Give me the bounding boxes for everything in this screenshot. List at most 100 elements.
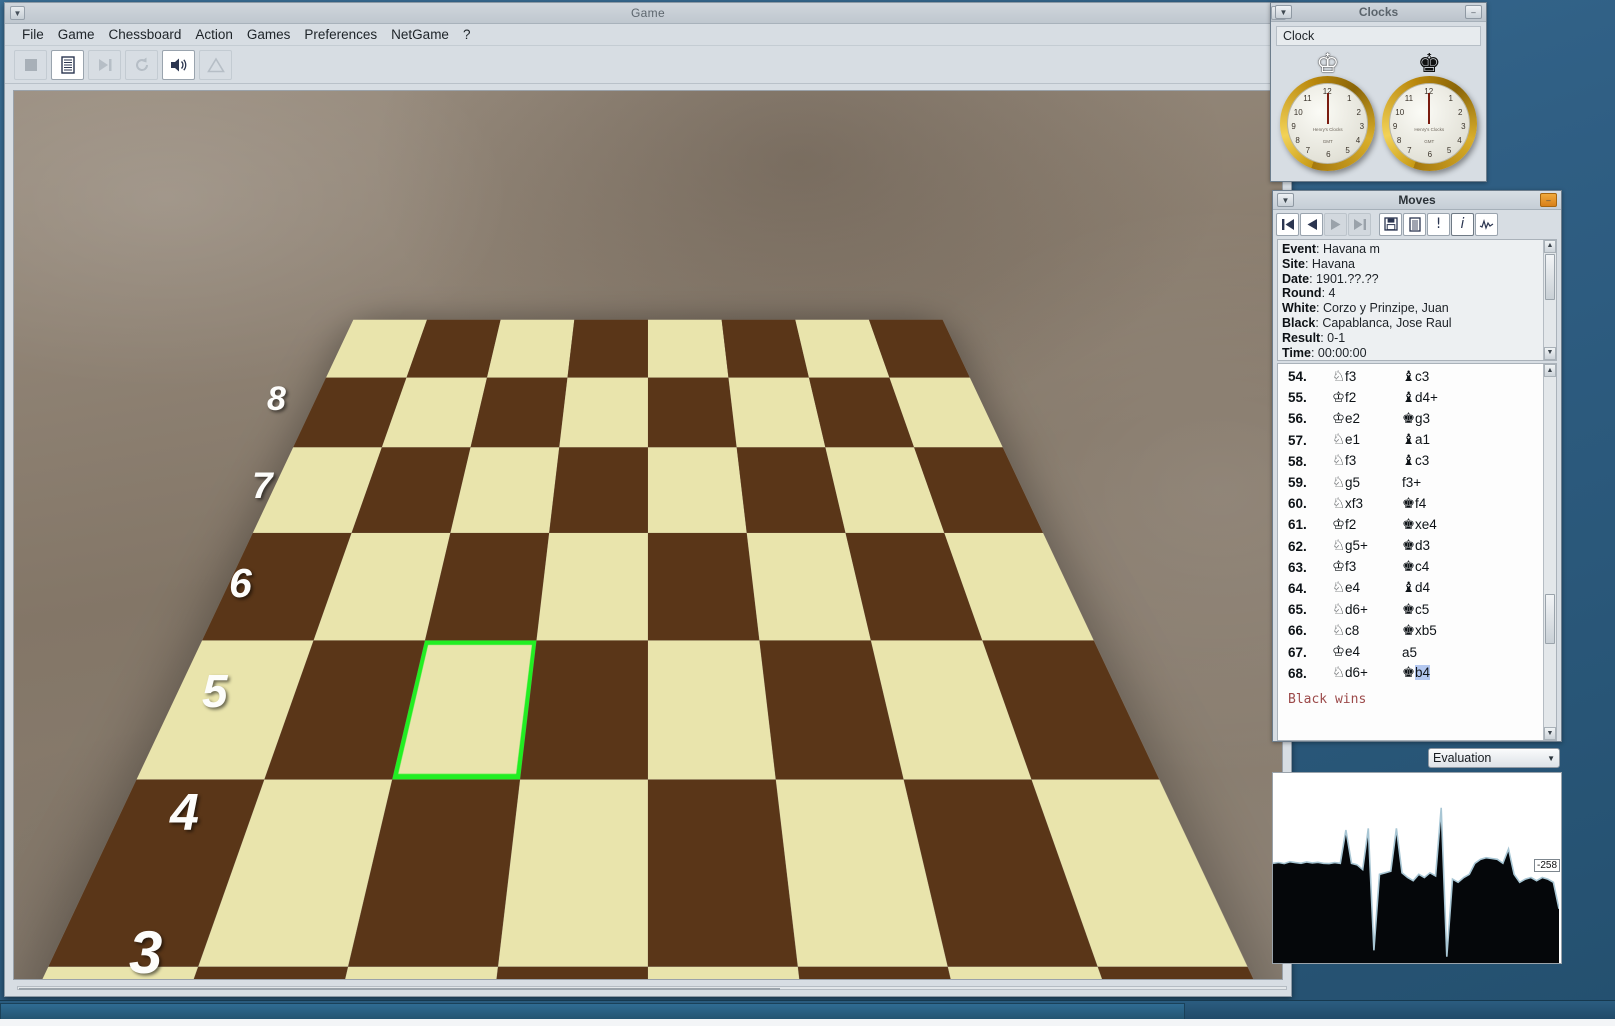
first-move-button[interactable] [1276, 212, 1299, 236]
pgn-key: Termination [1282, 360, 1353, 361]
play-icon[interactable] [88, 49, 121, 80]
white-move[interactable]: ♘e1 [1332, 432, 1402, 448]
move-row[interactable]: 60. ♘xf3 ♚f4 [1278, 493, 1542, 514]
white-move[interactable]: ♘f3 [1332, 453, 1402, 469]
evaluation-dropdown[interactable]: Evaluation ▼ [1428, 748, 1560, 768]
move-row[interactable]: 65. ♘d6+ ♚c5 [1278, 599, 1542, 620]
move-row[interactable]: 57. ♘e1 ♝a1 [1278, 430, 1542, 451]
black-clock[interactable]: ♚ 12 1 2 3 4 5 6 7 8 9 10 11 Henry's Clo… [1381, 51, 1477, 171]
sound-icon[interactable] [162, 49, 195, 80]
moves-rows[interactable]: 54. ♘f3 ♝c3 55. ♔f2 ♝d4+ 56. ♔e2 ♚g3 57. ♘e1 ♝a1 58.… [1278, 366, 1542, 740]
black-move[interactable]: ♝c3 [1402, 369, 1429, 385]
black-move[interactable]: ♚xb5 [1402, 623, 1437, 639]
menu-file[interactable]: File [15, 26, 51, 43]
annotation-icon[interactable]: ! [1427, 212, 1450, 236]
move-row[interactable]: 56. ♔e2 ♚g3 [1278, 408, 1542, 429]
previous-move-button[interactable] [1300, 212, 1323, 236]
next-move-button[interactable] [1324, 212, 1347, 236]
clocks-menu-icon[interactable]: ▼ [1275, 5, 1292, 19]
black-move[interactable]: ♚g3 [1402, 411, 1430, 427]
save-icon[interactable] [1379, 212, 1402, 236]
move-row[interactable]: 58. ♘f3 ♝c3 [1278, 451, 1542, 472]
last-move-button[interactable] [1348, 212, 1371, 236]
moves-list[interactable]: 54. ♘f3 ♝c3 55. ♔f2 ♝d4+ 56. ♔e2 ♚g3 57. ♘e1 ♝a1 58.… [1277, 363, 1557, 741]
warning-icon[interactable] [199, 49, 232, 80]
moves-scrollbar[interactable]: ▲ ▼ [1543, 364, 1556, 740]
white-move[interactable]: ♔f2 [1332, 390, 1402, 406]
chessboard-3d-scene[interactable]: 8 7 6 5 4 3 2 1 a b c d e f g h ♟ ♚ [13, 90, 1283, 980]
pgn-scroll-down[interactable]: ▼ [1544, 347, 1556, 360]
menu-preferences[interactable]: Preferences [297, 26, 384, 43]
white-move[interactable]: ♘d6+ [1332, 602, 1402, 618]
moves-scroll-thumb[interactable] [1545, 594, 1555, 644]
piece-glyph: ♝ [1402, 453, 1415, 470]
move-row[interactable]: 63. ♔f3 ♚c4 [1278, 557, 1542, 578]
white-move[interactable]: ♘g5 [1332, 475, 1402, 491]
black-move[interactable]: ♚c5 [1402, 602, 1429, 618]
clock-num-1: 1 [1347, 94, 1352, 104]
black-move[interactable]: a5 [1402, 645, 1417, 660]
moves-minimize-icon[interactable]: – [1540, 193, 1557, 207]
black-move[interactable]: ♚d3 [1402, 538, 1430, 554]
menu-games[interactable]: Games [240, 26, 298, 43]
moves-scroll-down[interactable]: ▼ [1544, 727, 1556, 740]
white-move[interactable]: ♘xf3 [1332, 496, 1402, 512]
black-move[interactable]: ♚xe4 [1402, 517, 1437, 533]
move-row[interactable]: 55. ♔f2 ♝d4+ [1278, 387, 1542, 408]
move-row[interactable]: 64. ♘e4 ♝d4 [1278, 578, 1542, 599]
move-row[interactable]: 61. ♔f2 ♚xe4 [1278, 514, 1542, 535]
menu-action[interactable]: Action [188, 26, 240, 43]
white-move[interactable]: ♔f2 [1332, 517, 1402, 533]
white-move[interactable]: ♘d6+ [1332, 665, 1402, 681]
board-square-e8[interactable] [648, 319, 729, 378]
move-row[interactable]: 54. ♘f3 ♝c3 [1278, 366, 1542, 387]
menu-chessboard[interactable]: Chessboard [102, 26, 189, 43]
stop-icon[interactable] [14, 49, 47, 80]
white-move[interactable]: ♘e4 [1332, 580, 1402, 596]
undo-icon[interactable] [125, 49, 158, 80]
move-row[interactable]: 66. ♘c8 ♚xb5 [1278, 620, 1542, 641]
menu-netgame[interactable]: NetGame [384, 26, 456, 43]
black-move[interactable]: ♝c3 [1402, 453, 1429, 469]
black-move[interactable]: ♚f4 [1402, 496, 1426, 512]
white-move[interactable]: ♔e4 [1332, 644, 1402, 660]
white-move[interactable]: ♘c8 [1332, 623, 1402, 639]
list-icon[interactable] [51, 49, 84, 80]
move-text: c5 [1415, 601, 1430, 617]
document-icon[interactable] [1403, 212, 1426, 236]
board-hscrollbar[interactable] [17, 985, 1287, 990]
board-square-d8[interactable] [567, 319, 648, 378]
window-menu-icon[interactable]: ▼ [10, 6, 25, 20]
white-move[interactable]: ♔e2 [1332, 411, 1402, 427]
black-move[interactable]: ♚c4 [1402, 559, 1429, 575]
white-move[interactable]: ♔f3 [1332, 559, 1402, 575]
hscroll-thumb[interactable] [19, 987, 780, 990]
pgn-scroll-thumb[interactable] [1545, 254, 1555, 300]
menu-game[interactable]: Game [51, 26, 102, 43]
white-clock[interactable]: ♔ 12 1 2 3 4 5 6 7 8 9 10 11 Henry's Clo… [1280, 51, 1376, 171]
clocks-minimize-icon[interactable]: – [1465, 5, 1482, 19]
clock-num-1: 1 [1448, 94, 1453, 104]
black-move[interactable]: ♝d4 [1402, 580, 1430, 596]
white-move[interactable]: ♘g5+ [1332, 538, 1402, 554]
window-title: Game [631, 6, 665, 20]
evaluation-graph[interactable]: -258 [1272, 772, 1562, 964]
move-row[interactable]: 67. ♔e4 a5 [1278, 641, 1542, 662]
black-move[interactable]: ♝a1 [1402, 432, 1430, 448]
board-square-c8[interactable] [487, 319, 575, 378]
move-row[interactable]: 62. ♘g5+ ♚d3 [1278, 536, 1542, 557]
menu-help[interactable]: ? [456, 26, 478, 43]
board-square-f8[interactable] [721, 319, 809, 378]
info-icon[interactable]: i [1451, 212, 1474, 236]
black-move[interactable]: ♝d4+ [1402, 390, 1438, 406]
move-row[interactable]: 59. ♘g5 f3+ [1278, 472, 1542, 493]
moves-menu-icon[interactable]: ▼ [1277, 193, 1294, 207]
graph-icon[interactable] [1475, 212, 1498, 236]
white-move[interactable]: ♘f3 [1332, 369, 1402, 385]
black-move[interactable]: ♚b4 [1402, 665, 1431, 681]
pgn-scroll-up[interactable]: ▲ [1544, 240, 1556, 253]
moves-scroll-up[interactable]: ▲ [1544, 364, 1556, 377]
black-move[interactable]: f3+ [1402, 475, 1421, 490]
move-row[interactable]: 68. ♘d6+ ♚b4 [1278, 663, 1542, 684]
pgn-scrollbar[interactable]: ▲ ▼ [1543, 240, 1556, 360]
